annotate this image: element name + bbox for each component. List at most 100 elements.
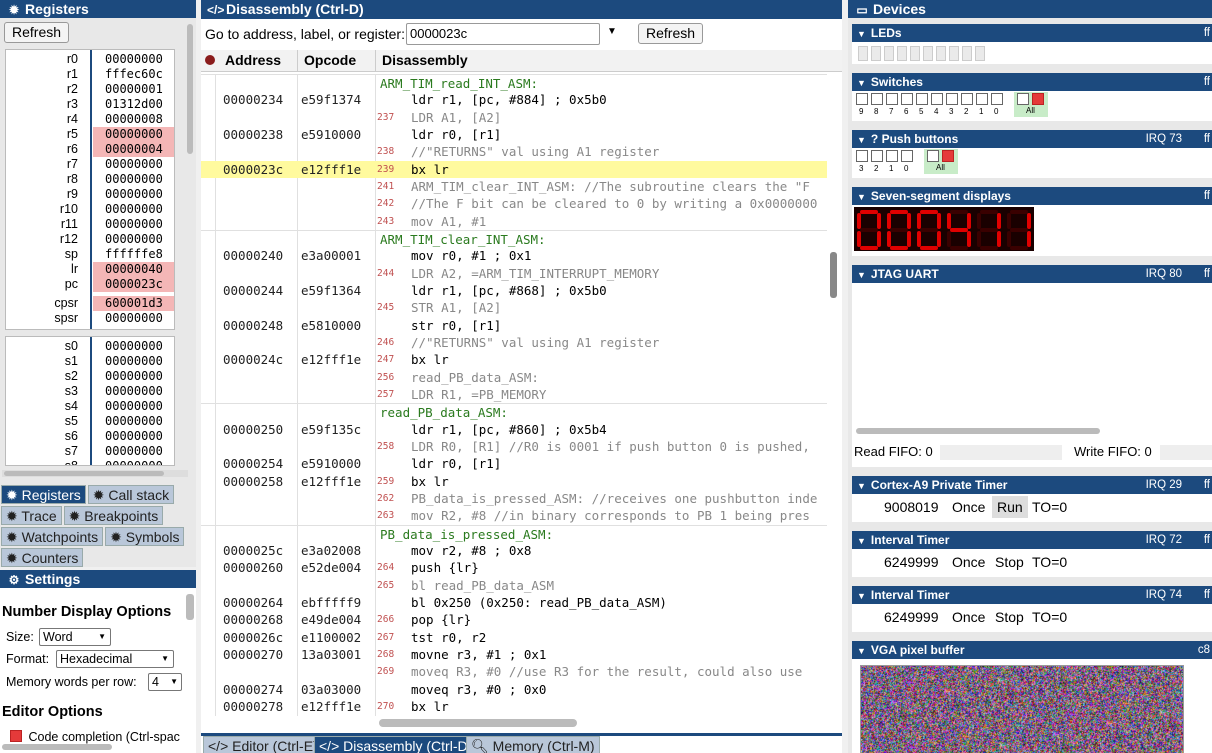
switch[interactable]: 3 (946, 93, 961, 119)
register-value[interactable]: 00000000 (93, 429, 174, 444)
code-label-line[interactable]: PB_data_is_pressed_ASM: (201, 524, 827, 542)
source-line[interactable]: 237 LDR A1, [A2] (201, 109, 827, 126)
interval-timer-1-header[interactable]: ▼ Interval Timer IRQ 72 ff (852, 531, 1212, 549)
registers-hscroll[interactable] (2, 470, 188, 477)
register-value[interactable]: 00000008 (93, 112, 174, 127)
interval-timer-1-once-button[interactable]: Once (952, 554, 985, 570)
code-label-line[interactable]: ARM_TIM_clear_INT_ASM: (201, 229, 827, 247)
register-row[interactable]: spsr 00000000 (6, 311, 174, 326)
source-line[interactable]: 241 ARM_TIM_clear_INT_ASM: //The subrouti… (201, 178, 827, 195)
register-row[interactable]: r6 00000004 (6, 142, 174, 157)
tab-trace[interactable]: ✹ Trace (1, 506, 62, 525)
tab-registers[interactable]: ✹ Registers (1, 485, 86, 504)
switch-checkbox[interactable] (901, 93, 913, 105)
register-row[interactable]: sp ffffffe8 (6, 247, 174, 262)
register-value[interactable]: 00000000 (93, 354, 174, 369)
register-row[interactable]: s5 00000000 (6, 414, 174, 429)
register-value[interactable]: 00000000 (93, 52, 174, 67)
register-row[interactable]: r4 00000008 (6, 112, 174, 127)
registers-hscroll-thumb[interactable] (4, 471, 164, 476)
register-row[interactable]: s6 00000000 (6, 429, 174, 444)
register-value[interactable]: 00000000 (93, 459, 174, 465)
instruction-line[interactable]: 00000234 e59f1374 ldr r1, [pc, #884] ; 0x5… (201, 91, 827, 108)
register-value[interactable]: 00000000 (93, 311, 174, 326)
pushbutton[interactable]: 0 (901, 150, 916, 176)
source-line[interactable]: 257 LDR R1, =PB_MEMORY (201, 386, 827, 403)
switch[interactable]: 2 (961, 93, 976, 119)
code-completion-option[interactable]: Code completion (Ctrl-spac (10, 730, 180, 744)
jtag-uart-terminal[interactable] (852, 283, 1212, 429)
settings-scroll-thumb[interactable] (186, 594, 194, 620)
pushbuttons-all-group[interactable]: All (924, 149, 958, 174)
instruction-line[interactable]: 0000026c e1100002 267 tst r0, r2 (201, 629, 827, 646)
switches-header[interactable]: ▼ Switches ff (852, 73, 1212, 91)
register-row[interactable]: s1 00000000 (6, 354, 174, 369)
disassembly-listing[interactable]: ARM_TIM_read_INT_ASM: 00000234 e59f1374 ldr… (201, 74, 827, 716)
instruction-line[interactable]: 00000264 ebfffff9 bl 0x250 (0x250: read_PB… (201, 594, 827, 611)
instruction-line[interactable]: 00000250 e59f135c ldr r1, [pc, #860] ; 0x5… (201, 421, 827, 438)
instruction-line[interactable]: 00000278 e12fff1e 270 bx lr (201, 698, 827, 715)
code-completion-checkbox[interactable] (10, 730, 22, 742)
pushbutton[interactable]: 2 (871, 150, 886, 176)
switch-checkbox[interactable] (946, 93, 958, 105)
switch-checkbox[interactable] (886, 93, 898, 105)
instruction-line[interactable]: 00000248 e5810000 str r0, [r1] (201, 317, 827, 334)
registers-scrollbar[interactable] (186, 22, 194, 467)
disassembly-refresh-button[interactable]: Refresh (638, 23, 704, 44)
switch[interactable]: 8 (871, 93, 886, 119)
switches-all-off[interactable] (1017, 93, 1029, 105)
register-value[interactable]: 00000004 (93, 142, 174, 157)
register-value[interactable]: 00000000 (93, 399, 174, 414)
switch-checkbox[interactable] (871, 93, 883, 105)
instruction-line[interactable]: 00000258 e12fff1e 259 bx lr (201, 473, 827, 490)
pushbutton-checkbox[interactable] (871, 150, 883, 162)
register-value[interactable]: 00000000 (93, 339, 174, 354)
tab-breakpoints[interactable]: ✹ Breakpoints (63, 506, 164, 525)
jtag-uart-header[interactable]: ▼ JTAG UART IRQ 80 ff (852, 265, 1212, 283)
source-line[interactable]: 245 STR A1, [A2] (201, 299, 827, 316)
register-value[interactable]: 600001d3 (93, 296, 174, 311)
register-value[interactable]: 00000000 (93, 232, 174, 247)
register-row[interactable]: r0 00000000 (6, 52, 174, 67)
disassembly-refresh-label[interactable]: Refresh (638, 23, 704, 44)
switch-checkbox[interactable] (931, 93, 943, 105)
disassembly-hscroll-thumb[interactable] (379, 719, 577, 727)
tab-symbols[interactable]: ✹ Symbols (105, 527, 185, 546)
register-row[interactable]: s2 00000000 (6, 369, 174, 384)
register-value[interactable]: 00000000 (93, 384, 174, 399)
code-label-line[interactable]: ARM_TIM_read_INT_ASM: (201, 74, 827, 91)
register-row[interactable]: s7 00000000 (6, 444, 174, 459)
register-row[interactable]: r9 00000000 (6, 187, 174, 202)
register-row[interactable]: s3 00000000 (6, 384, 174, 399)
instruction-line[interactable]: 0000025c e3a02008 mov r2, #8 ; 0x8 (201, 542, 827, 559)
instruction-line[interactable]: 0000024c e12fff1e 247 bx lr (201, 351, 827, 368)
switch[interactable]: 6 (901, 93, 916, 119)
switch[interactable]: 9 (856, 93, 871, 119)
instruction-line[interactable]: 00000274 03a03000 moveq r3, #0 ; 0x0 (201, 681, 827, 698)
register-row[interactable]: pc 0000023c (6, 277, 174, 292)
switch-checkbox[interactable] (916, 93, 928, 105)
register-row[interactable]: r11 00000000 (6, 217, 174, 232)
pushbutton-checkbox[interactable] (886, 150, 898, 162)
registers-scroll-thumb[interactable] (187, 24, 193, 154)
register-row[interactable]: s0 00000000 (6, 339, 174, 354)
pushbuttons-all-on[interactable] (942, 150, 954, 162)
source-line[interactable]: 269 moveq R3, #0 //use R3 for the result,… (201, 663, 827, 680)
switch[interactable]: 4 (931, 93, 946, 119)
pushbuttons-header[interactable]: ▼? Push buttons IRQ 73 ff (852, 130, 1212, 148)
switch[interactable]: 7 (886, 93, 901, 119)
instruction-line[interactable]: 00000238 e5910000 ldr r0, [r1] (201, 126, 827, 143)
register-value[interactable]: 00000040 (93, 262, 174, 277)
register-value[interactable]: 00000000 (93, 187, 174, 202)
tab-memory[interactable]: 🔍︎ Memory (Ctrl-M) (466, 736, 600, 753)
registers-refresh-button[interactable]: Refresh (4, 22, 70, 43)
tab-callstack[interactable]: ✹ Call stack (87, 485, 175, 504)
code-label-line[interactable]: read_PB_data_ASM: (201, 403, 827, 420)
interval-timer-2-header[interactable]: ▼ Interval Timer IRQ 74 ff (852, 586, 1212, 604)
register-value[interactable]: fffec60c (93, 67, 174, 82)
register-value[interactable]: 00000000 (93, 157, 174, 172)
register-row[interactable]: lr 00000040 (6, 262, 174, 277)
interval-timer-2-stop-button[interactable]: Stop (995, 609, 1024, 625)
source-line[interactable]: 242 //The F bit can be cleared to 0 by wr… (201, 195, 827, 212)
source-line[interactable]: 258 LDR R0, [R1] //R0 is 0001 if push but… (201, 438, 827, 455)
